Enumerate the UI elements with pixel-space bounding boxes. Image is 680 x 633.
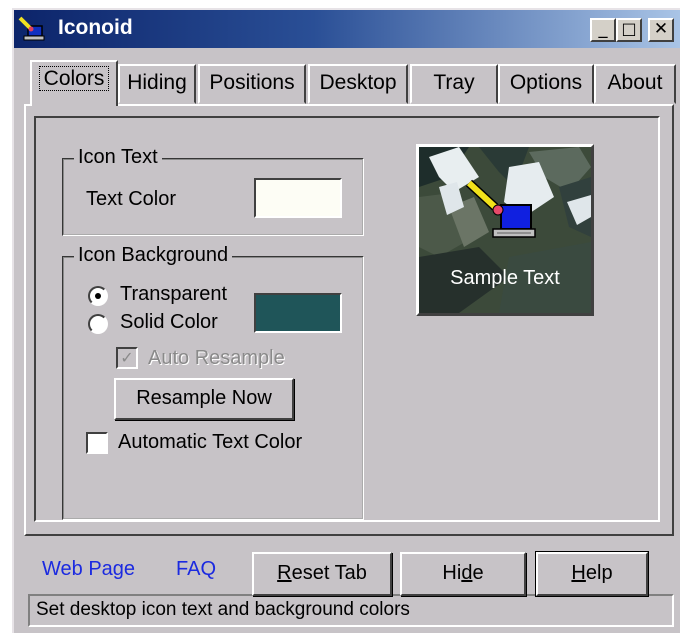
tab-positions-label: Positions [209,71,295,94]
tab-colors-label: Colors [38,66,110,91]
tab-options-label: Options [509,71,583,94]
status-bar: Set desktop icon text and background col… [28,594,674,627]
maximize-icon: □ [621,19,637,38]
tab-tray[interactable]: Tray [410,64,498,104]
title-bar[interactable]: Iconoid _ □ ✕ [14,10,680,48]
transparent-radio[interactable] [88,286,108,306]
tab-desktop[interactable]: Desktop [308,64,408,104]
tab-hiding-label: Hiding [127,71,187,94]
close-button[interactable]: ✕ [648,18,674,42]
hide-label-mnemonic: d [461,562,473,584]
solid-color-radio[interactable] [88,314,108,334]
minimize-button[interactable]: _ [590,18,616,42]
transparent-label[interactable]: Transparent [120,283,227,306]
icon-background-legend: Icon Background [74,244,233,267]
auto-resample-checkbox[interactable]: ✓ [116,347,138,369]
tab-about[interactable]: About [594,64,676,104]
tab-hiding[interactable]: Hiding [118,64,196,104]
text-color-label: Text Color [86,188,177,210]
resample-now-button[interactable]: Resample Now [114,378,294,420]
solid-color-label[interactable]: Solid Color [120,311,218,334]
close-icon: ✕ [653,19,669,39]
hide-label-prefix: Hi [442,562,462,584]
status-text: Set desktop icon text and background col… [36,599,410,620]
icon-text-legend: Icon Text [74,146,162,169]
maximize-button[interactable]: □ [616,18,642,42]
resample-now-label: Resample Now [136,387,272,409]
hide-label-suffix: e [472,562,484,584]
tab-desktop-label: Desktop [319,71,397,94]
help-button[interactable]: Help [535,551,649,597]
automatic-text-color-checkbox[interactable] [86,432,108,454]
window-title: Iconoid [58,16,133,39]
automatic-text-color-label[interactable]: Automatic Text Color [118,431,302,454]
auto-resample-label: Auto Resample [148,347,285,369]
tab-colors[interactable]: Colors [30,60,118,106]
reset-tab-button[interactable]: Reset Tab [252,552,392,596]
iconoid-app-icon [18,16,45,41]
sample-text: Sample Text [450,267,560,289]
text-color-swatch[interactable] [254,178,342,218]
background-color-swatch[interactable] [254,293,342,333]
tab-options[interactable]: Options [498,64,594,104]
help-label-mnemonic: H [571,562,586,584]
minimize-icon: _ [598,18,608,39]
reset-tab-label-mnemonic: R [277,562,292,584]
hide-button[interactable]: Hide [400,552,526,596]
main-window: Iconoid _ □ ✕ Colors Hiding Positions De… [12,8,680,633]
help-label-suffix: elp [585,562,613,584]
icon-preview: Sample Text [416,144,594,316]
faq-link[interactable]: FAQ [176,558,216,581]
tab-tray-label: Tray [433,71,475,94]
web-page-link[interactable]: Web Page [42,558,135,581]
tab-about-label: About [607,71,663,94]
tab-positions[interactable]: Positions [198,64,306,104]
reset-tab-label-suffix: eset Tab [291,562,367,584]
radio-selected-dot [95,293,101,299]
